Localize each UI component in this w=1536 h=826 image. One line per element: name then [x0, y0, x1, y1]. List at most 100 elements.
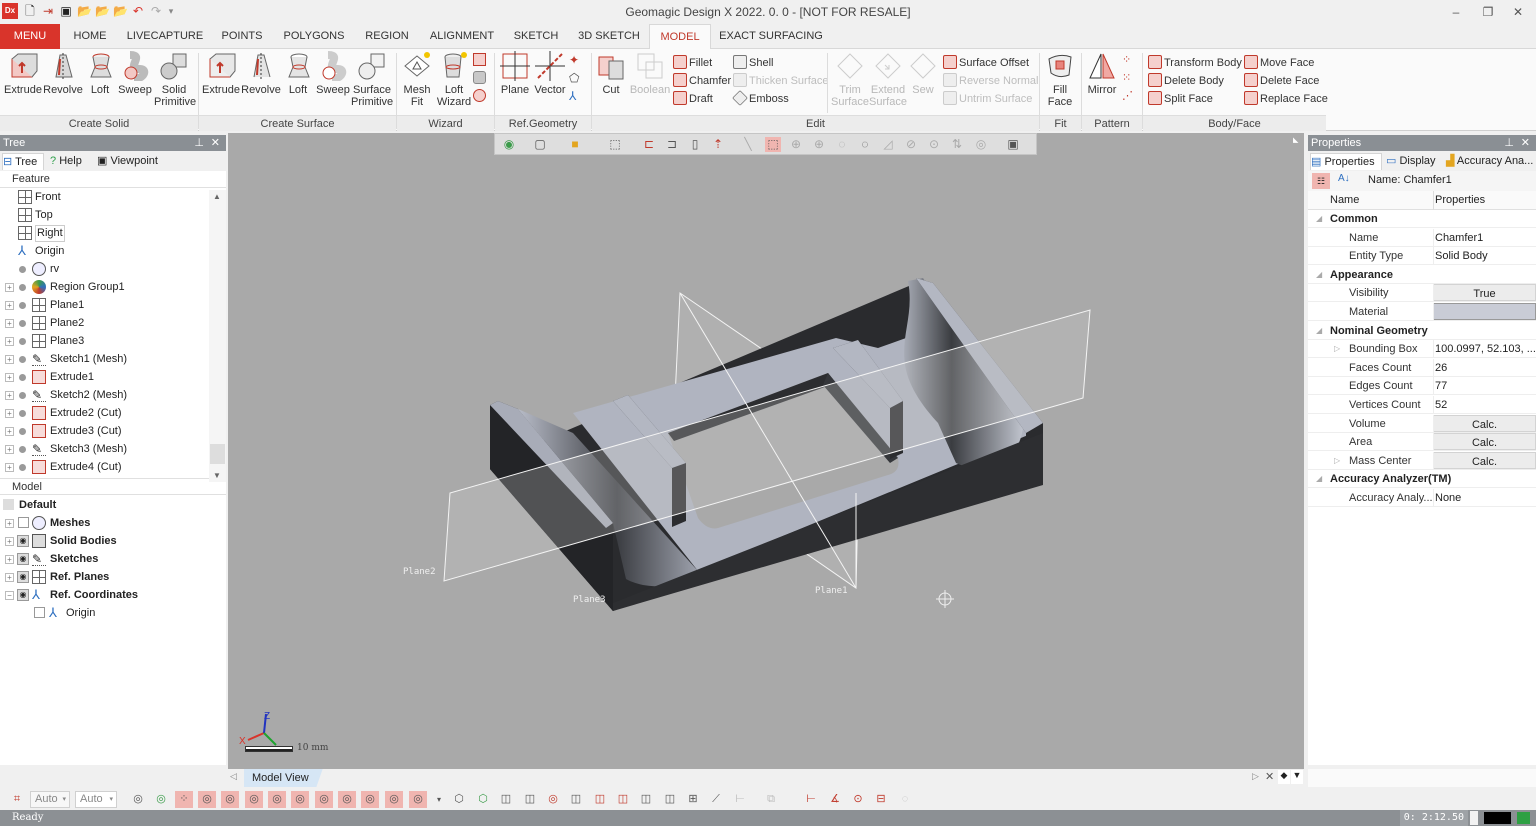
thicken-surface-button[interactable]: Thicken Surface	[733, 72, 828, 90]
ref-point-icon[interactable]: ✦	[569, 53, 579, 67]
wizard-revolve-icon[interactable]	[473, 71, 486, 84]
expand-icon[interactable]: +	[5, 537, 14, 546]
lasso-select-icon[interactable]: ◌	[857, 137, 873, 152]
property-category[interactable]: ◢ Appearance	[1308, 266, 1536, 284]
fillet-button[interactable]: Fillet	[673, 54, 712, 72]
ref-polygon-point-icon[interactable]: ⬠	[569, 71, 579, 85]
tab-polygons[interactable]: POLYGONS	[280, 24, 348, 49]
expand-icon[interactable]: +	[5, 301, 14, 310]
patch-select-icon[interactable]: ⊙	[926, 137, 942, 152]
select-filter-icon[interactable]: ⌗	[8, 791, 26, 808]
timer-dropdown[interactable]	[1470, 811, 1478, 825]
close-button[interactable]: ✕	[1508, 3, 1528, 21]
move-face-button[interactable]: Move Face	[1244, 54, 1314, 72]
extend-surface-button[interactable]: Extend Surface	[869, 51, 907, 108]
feature-item[interactable]: + Region Group1	[0, 278, 208, 296]
expand-icon[interactable]: +	[5, 319, 14, 328]
show-surface-icon[interactable]: ◎	[198, 791, 216, 808]
expand-icon[interactable]: +	[5, 355, 14, 364]
wizard-sweep-icon[interactable]	[473, 89, 486, 102]
select-body-icon[interactable]: ◫	[567, 791, 585, 808]
surface-extrude-button[interactable]: Extrude	[202, 51, 240, 96]
expand-icon[interactable]: +	[5, 427, 14, 436]
solid-revolve-button[interactable]: Revolve	[43, 51, 83, 96]
categorized-icon[interactable]: ☷	[1312, 173, 1330, 189]
cut-button[interactable]: Cut	[595, 51, 627, 96]
select-vertex-icon[interactable]: ◫	[661, 791, 679, 808]
pin-icon[interactable]: ⊥	[1504, 135, 1514, 151]
split-face-button[interactable]: Split Face	[1148, 90, 1213, 108]
expand-icon[interactable]: +	[5, 337, 14, 346]
select-sketch-icon[interactable]: ⟋	[707, 791, 725, 808]
solid-extrude-button[interactable]: Extrude	[4, 51, 42, 96]
show-solid-icon[interactable]: ◎	[221, 791, 239, 808]
view-cube-icon[interactable]: ▢	[532, 137, 548, 152]
view-section-icon[interactable]: ▯	[687, 137, 703, 152]
property-category[interactable]: ◢ Nominal Geometry	[1308, 322, 1536, 340]
close-icon[interactable]: ✕	[1521, 135, 1530, 151]
feature-scrollbar[interactable]: ▲ ▼	[209, 190, 226, 482]
property-row[interactable]: Area Calc.	[1308, 433, 1536, 452]
linear-pattern-icon[interactable]: ⁘	[1122, 53, 1131, 66]
select-edge-icon[interactable]: ◫	[521, 791, 539, 808]
show-region-icon[interactable]: ◎	[152, 791, 170, 808]
visibility-eye-icon[interactable]: ◉	[17, 571, 29, 583]
view-top-icon[interactable]: ⊐	[664, 137, 680, 152]
collapse-icon[interactable]: −	[5, 591, 14, 600]
visibility-eye-icon[interactable]: ◉	[17, 589, 29, 601]
solid-primitive-button[interactable]: Solid Primitive	[154, 51, 196, 108]
feature-item[interactable]: ⅄ Origin	[0, 242, 208, 260]
sort-alpha-icon[interactable]: A↓	[1338, 173, 1350, 184]
minimize-button[interactable]: –	[1446, 3, 1466, 21]
show-points-icon[interactable]: ⁘	[175, 791, 193, 808]
fill-face-button[interactable]: Fill Face	[1043, 51, 1077, 108]
property-category[interactable]: ◢ Common	[1308, 210, 1536, 228]
visibility-dot-icon[interactable]	[19, 266, 26, 273]
model-item[interactable]: + ◉ Ref. Planes	[0, 568, 224, 586]
visibility-dot-icon[interactable]	[19, 284, 26, 291]
flip-select-icon[interactable]: ⇅	[949, 137, 965, 152]
collapse-icon[interactable]: ◢	[1316, 470, 1322, 488]
visible-only-icon[interactable]: ◎	[973, 137, 989, 152]
select-mesh-icon[interactable]: ⬡	[450, 791, 468, 808]
measure-area-icon[interactable]: ⊟	[872, 791, 890, 808]
tab-model[interactable]: MODEL	[649, 24, 711, 49]
surface-sweep-button[interactable]: Sweep	[316, 51, 350, 96]
pin-icon[interactable]: ⊥	[194, 135, 204, 151]
visibility-checkbox[interactable]	[34, 607, 45, 618]
untrim-surface-button[interactable]: Untrim Surface	[943, 90, 1032, 108]
select-plane-icon[interactable]: ⊞	[684, 791, 702, 808]
feature-item[interactable]: + ✎ Sketch3 (Mesh)	[0, 440, 208, 458]
scroll-up-icon[interactable]: ▲	[213, 192, 221, 201]
wizard-extrude-icon[interactable]	[473, 53, 486, 66]
surface-offset-button[interactable]: Surface Offset	[943, 54, 1029, 72]
more-display-icon[interactable]: ▾	[430, 791, 448, 808]
selection-mode-combo[interactable]: Auto ▾	[30, 791, 70, 808]
surface-primitive-button[interactable]: Surface Primitive	[351, 51, 393, 108]
expand-icon[interactable]: +	[5, 519, 14, 528]
feature-item[interactable]: + Extrude1	[0, 368, 208, 386]
show-sketch-icon[interactable]: ◎	[245, 791, 263, 808]
property-row[interactable]: ▷ Bounding Box 100.0997, 52.103, ...	[1308, 340, 1536, 359]
model-canvas[interactable]	[228, 133, 1304, 769]
property-row[interactable]: Accuracy Analy... None	[1308, 489, 1536, 507]
tab-home[interactable]: HOME	[66, 24, 114, 49]
shell-button[interactable]: Shell	[733, 54, 773, 72]
property-value-button[interactable]: Calc.	[1433, 433, 1536, 451]
scroll-thumb[interactable]	[210, 444, 225, 464]
feature-item[interactable]: + Extrude3 (Cut)	[0, 422, 208, 440]
display-settings-icon[interactable]: ▣	[1005, 137, 1021, 152]
visibility-dot-icon[interactable]	[19, 302, 26, 309]
expand-icon[interactable]: +	[5, 555, 14, 564]
expand-icon[interactable]: +	[5, 445, 14, 454]
feature-item[interactable]: rv	[0, 260, 208, 278]
show-ref-planes-icon[interactable]: ◎	[338, 791, 356, 808]
visibility-dot-icon[interactable]	[19, 410, 26, 417]
boolean-button[interactable]: Boolean	[629, 51, 671, 96]
model-item[interactable]: + ◉ ✎ Sketches	[0, 550, 224, 568]
tab-sketch[interactable]: SKETCH	[510, 24, 562, 49]
show-3dsketch-icon[interactable]: ◎	[268, 791, 286, 808]
visibility-dot-icon[interactable]	[19, 374, 26, 381]
property-row[interactable]: Edges Count 77	[1308, 377, 1536, 396]
restore-button[interactable]: ❐	[1478, 3, 1498, 21]
